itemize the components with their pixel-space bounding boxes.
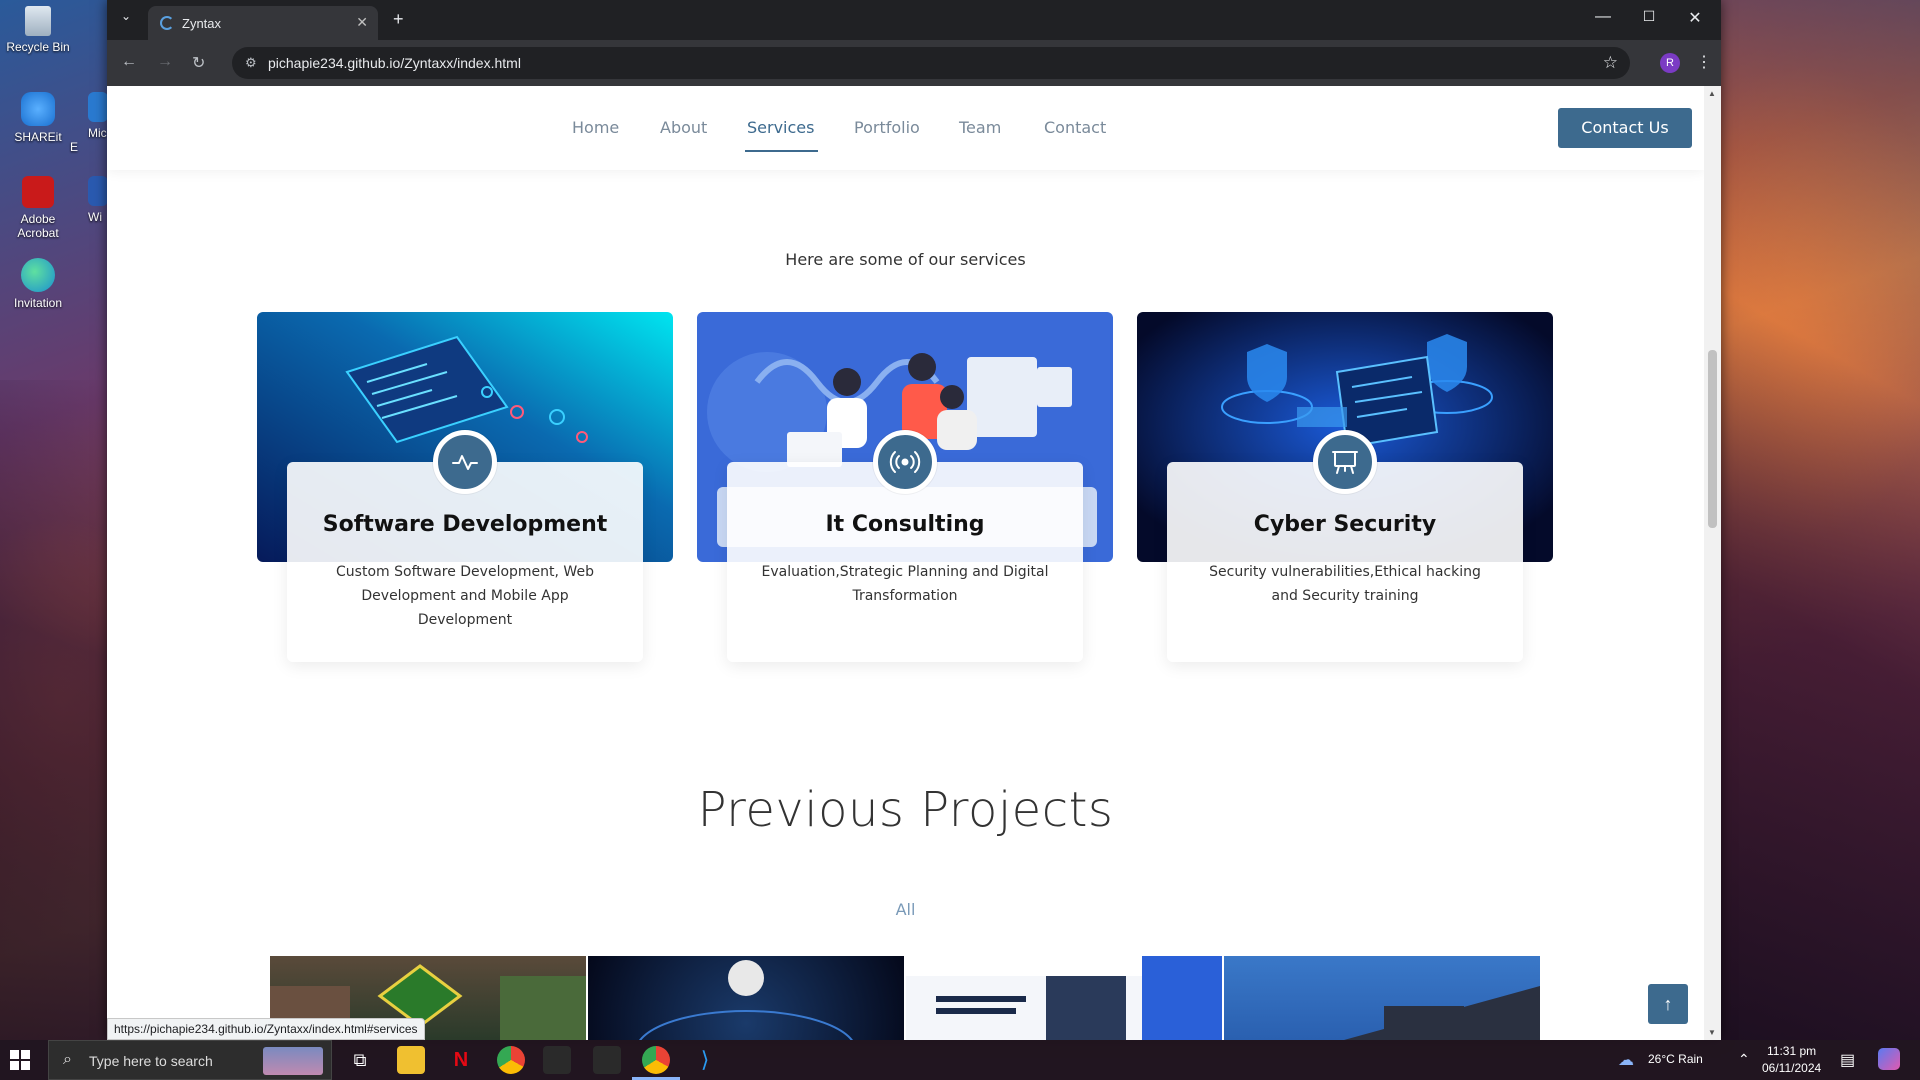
close-window-button[interactable]: ✕ <box>1672 8 1718 32</box>
activity-icon <box>433 430 497 494</box>
clock-time[interactable]: 11:31 pm <box>1767 1044 1816 1058</box>
projects-heading: Previous Projects <box>697 782 1114 838</box>
clock-date[interactable]: 06/11/2024 <box>1762 1061 1821 1075</box>
nav-services[interactable]: Services <box>747 118 814 137</box>
desktop-icon-label: Mic E <box>70 126 107 154</box>
taskbar-search[interactable]: ⌕ Type here to search <box>48 1040 332 1080</box>
profile-avatar[interactable]: R <box>1660 53 1680 73</box>
netflix-icon[interactable]: N <box>447 1046 475 1074</box>
browser-tab[interactable]: Zyntax ✕ <box>148 6 378 40</box>
scrollbar-thumb[interactable] <box>1708 350 1717 528</box>
tab-search-button[interactable]: ⌄ <box>121 9 131 23</box>
desktop-icon-label: Wi <box>88 210 102 224</box>
service-card[interactable]: Cyber Security Security vulnerabilities,… <box>1137 312 1553 662</box>
vscode-icon[interactable]: ⟩ <box>691 1046 719 1074</box>
contact-us-button[interactable]: Contact Us <box>1558 108 1692 148</box>
service-description: Evaluation,Strategic Planning and Digita… <box>761 564 1049 604</box>
desktop-icon-shareit[interactable]: SHAREit <box>0 92 76 144</box>
weather-text[interactable]: 26°C Rain <box>1648 1052 1703 1066</box>
weather-icon[interactable]: ☁ <box>1618 1050 1634 1070</box>
address-bar[interactable]: ⚙ pichapie234.github.io/Zyntaxx/index.ht… <box>232 47 1630 79</box>
search-placeholder: Type here to search <box>89 1053 213 1069</box>
scroll-down-arrow-icon[interactable]: ▼ <box>1708 1028 1716 1037</box>
app-icon[interactable] <box>543 1046 571 1074</box>
desktop-icon-recycle-bin[interactable]: Recycle Bin <box>0 6 76 54</box>
recycle-bin-icon <box>25 6 51 36</box>
nav-home[interactable]: Home <box>572 118 619 137</box>
link-status-bar: https://pichapie234.github.io/Zyntaxx/in… <box>107 1018 425 1040</box>
notifications-icon[interactable]: ▤ <box>1840 1050 1855 1070</box>
service-card[interactable]: Software Development Custom Software Dev… <box>257 312 673 662</box>
service-description: Security vulnerabilities,Ethical hacking… <box>1209 564 1481 604</box>
desktop-icon-label: Invitation <box>13 296 63 310</box>
browser-menu-icon[interactable]: ⋮ <box>1696 52 1712 72</box>
browser-toolbar: ← → ↻ ⚙ pichapie234.github.io/Zyntaxx/in… <box>107 40 1721 86</box>
desktop-icon-adobe-acrobat[interactable]: Adobe Acrobat <box>0 176 76 240</box>
reload-button[interactable]: ↻ <box>192 53 205 73</box>
service-card[interactable]: It Consulting Evaluation,Strategic Plann… <box>697 312 1113 662</box>
project-thumbnail[interactable] <box>588 956 904 1040</box>
project-thumbnail[interactable] <box>906 956 1222 1040</box>
bookmark-star-icon[interactable]: ☆ <box>1603 53 1618 73</box>
chrome-profile-icon[interactable] <box>642 1046 670 1074</box>
edge-icon <box>21 258 55 292</box>
windows-start-icon[interactable] <box>10 1050 32 1072</box>
site-info-icon[interactable]: ⚙ <box>245 55 257 71</box>
service-title: Software Development <box>322 512 608 537</box>
nav-active-underline <box>745 150 818 152</box>
show-hidden-icons-icon[interactable]: ⌃ <box>1738 1051 1750 1068</box>
maximize-button[interactable]: ☐ <box>1626 8 1672 32</box>
service-title: It Consulting <box>825 512 985 537</box>
page-scrollbar[interactable]: ▲ ▼ <box>1704 86 1721 1040</box>
adobe-acrobat-icon <box>22 176 54 208</box>
back-button[interactable]: ← <box>121 53 137 71</box>
service-description: Custom Software Development, Web Develop… <box>336 564 594 628</box>
nav-team[interactable]: Team <box>959 118 1001 137</box>
copilot-icon[interactable] <box>1878 1048 1900 1070</box>
services-subtitle: Here are some of our services <box>785 250 1026 269</box>
easel-icon <box>1313 430 1377 494</box>
web-page: Home About Services Portfolio Team Conta… <box>107 86 1704 1040</box>
wallpaper-shape <box>0 380 110 1040</box>
desktop-icon-label: SHAREit <box>14 130 62 144</box>
forward-button[interactable]: → <box>157 53 173 71</box>
back-to-top-button[interactable]: ↑ <box>1648 984 1688 1024</box>
desktop-icon-label: Recycle Bin <box>6 40 70 54</box>
nav-about[interactable]: About <box>660 118 707 137</box>
nav-portfolio[interactable]: Portfolio <box>854 118 920 137</box>
file-explorer-icon[interactable] <box>397 1046 425 1074</box>
project-thumbnail[interactable] <box>1224 956 1540 1040</box>
page-viewport: Home About Services Portfolio Team Conta… <box>107 86 1721 1040</box>
task-view-icon[interactable]: ⧉ <box>346 1046 374 1074</box>
service-title: Cyber Security <box>1253 512 1437 537</box>
portfolio-filter-all[interactable]: All <box>107 900 1704 919</box>
broadcast-icon <box>873 430 937 494</box>
site-header: Home About Services Portfolio Team Conta… <box>107 86 1704 170</box>
scroll-up-arrow-icon[interactable]: ▲ <box>1708 89 1716 98</box>
close-tab-icon[interactable]: ✕ <box>356 14 368 31</box>
app-icon <box>88 92 108 122</box>
nav-contact[interactable]: Contact <box>1044 118 1106 137</box>
desktop-icon-invitation[interactable]: Invitation <box>0 258 76 310</box>
minimize-button[interactable]: — <box>1580 8 1626 32</box>
url-text[interactable]: pichapie234.github.io/Zyntaxx/index.html <box>268 55 521 71</box>
app-icon <box>88 176 108 206</box>
new-tab-button[interactable]: + <box>393 9 404 30</box>
desktop-icon-partial[interactable]: Wi <box>70 176 110 224</box>
tab-title: Zyntax <box>182 16 222 31</box>
chrome-icon[interactable] <box>497 1046 525 1074</box>
search-highlight-image <box>263 1047 323 1075</box>
browser-window: ⌄ Zyntax ✕ + — ☐ ✕ ← → ↻ ⚙ pichapie234.g… <box>107 0 1721 1040</box>
search-icon: ⌕ <box>63 1051 72 1068</box>
wallpaper-shape <box>1720 0 1920 1040</box>
shareit-icon <box>21 92 55 126</box>
desktop-icon-label: Adobe Acrobat <box>17 212 59 240</box>
taskbar: ⌕ Type here to search ⧉ N ⟩ ☁ 26°C Rain … <box>0 1040 1920 1080</box>
site-favicon-icon <box>160 16 174 30</box>
desktop-icon-partial[interactable]: Mic E <box>70 92 110 154</box>
tab-strip: ⌄ Zyntax ✕ + — ☐ ✕ <box>107 0 1721 40</box>
app-icon[interactable] <box>593 1046 621 1074</box>
